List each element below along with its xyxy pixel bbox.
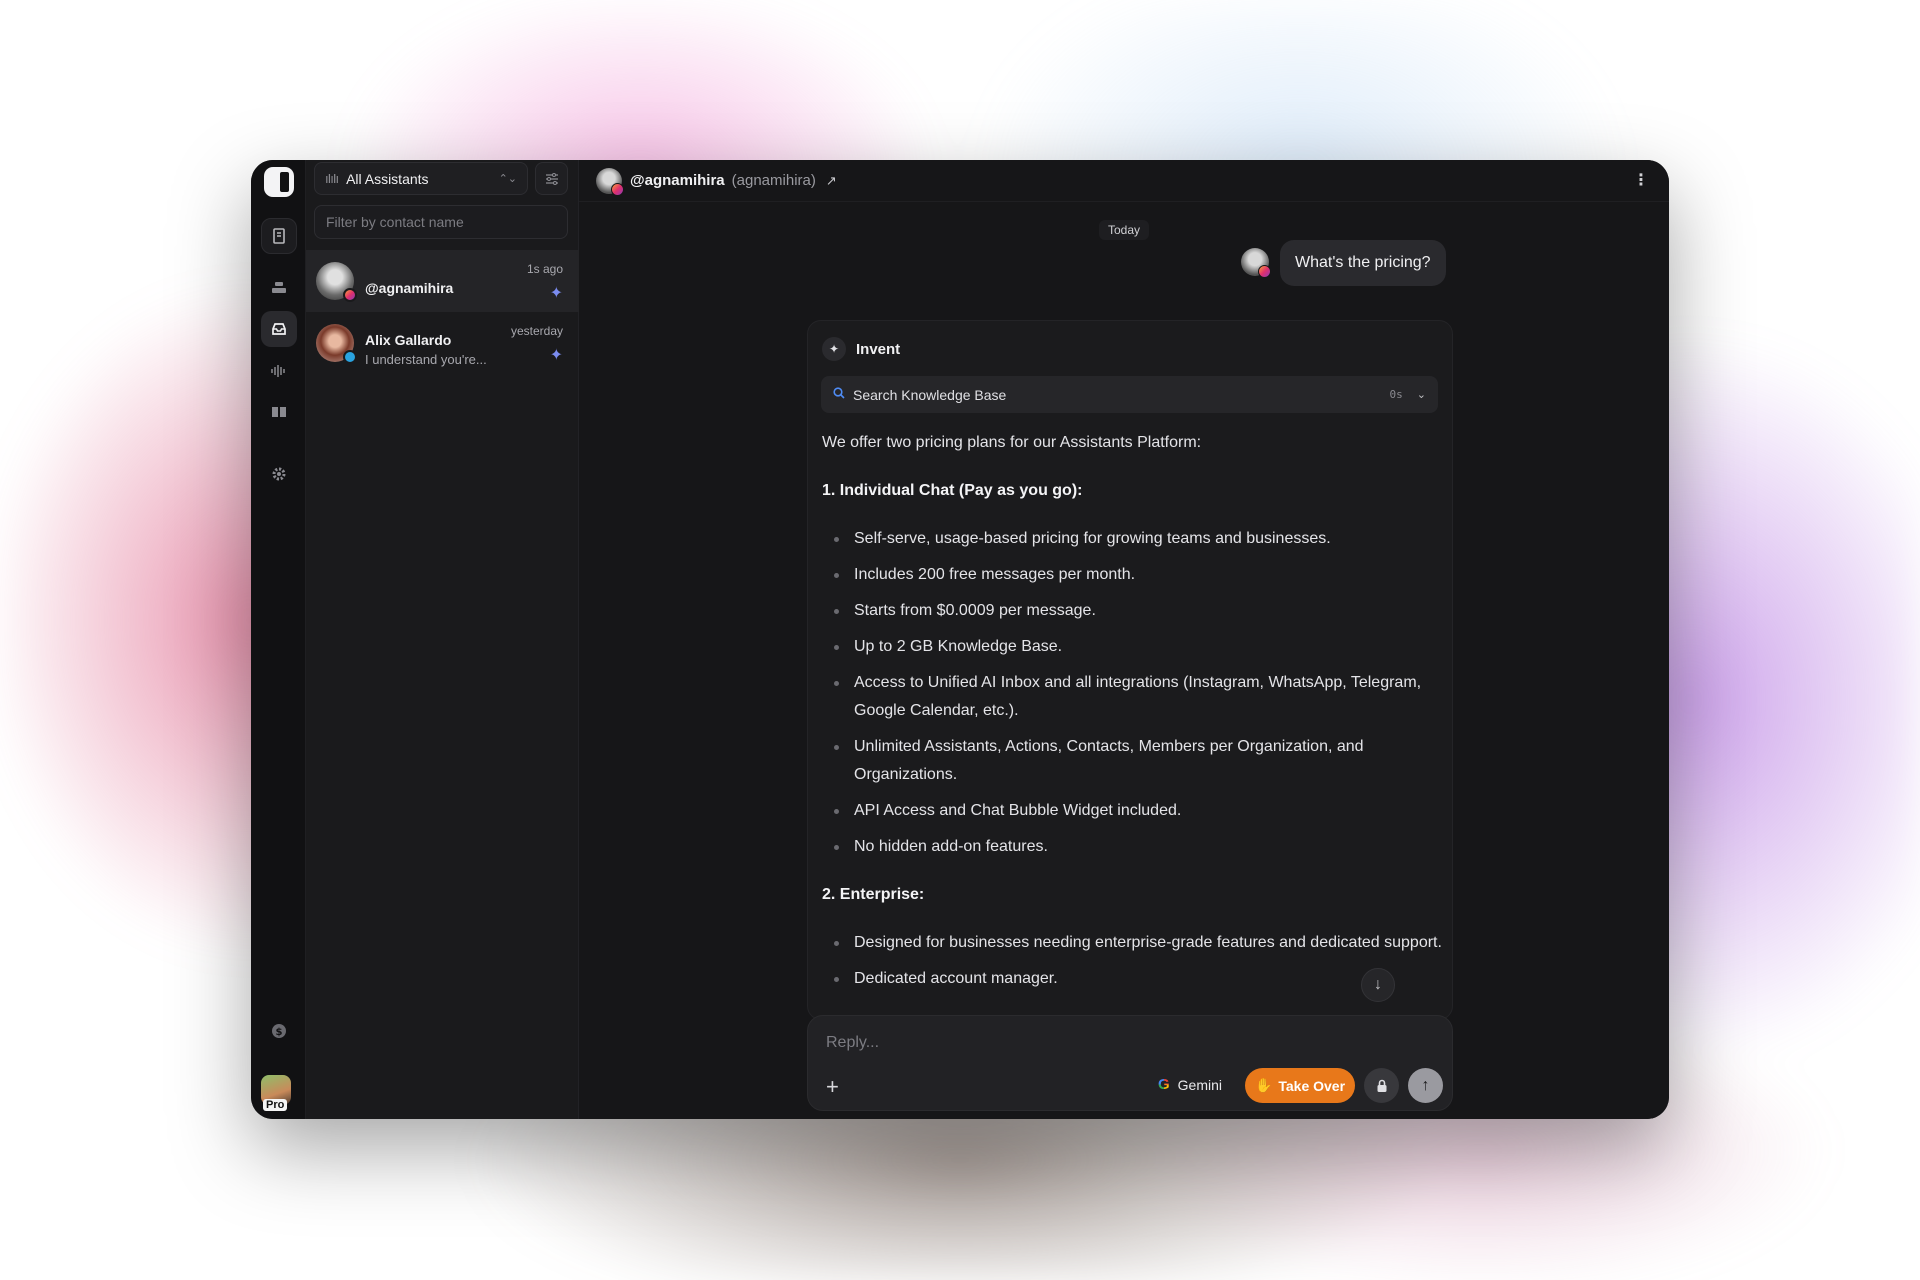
app-window: $ Pro ıIıIı All Assistants ⌃⌄ @agnamihir… [251,160,1669,1119]
conversation-item[interactable]: Alix Gallardo I understand you're... yes… [306,312,579,374]
conversation-name: Alix Gallardo [365,332,452,348]
chat-header: @agnamihira (agnamihira) ↗ ⋮ [579,160,1669,202]
billing-icon[interactable]: $ [261,1013,297,1049]
chat-panel: @agnamihira (agnamihira) ↗ ⋮ Today What'… [579,160,1669,1119]
bot-name: Invent [856,340,901,358]
svg-text:$: $ [276,1027,283,1038]
hand-icon: ✋ [1254,1077,1273,1093]
lock-icon [1377,1079,1386,1092]
assistant-selector[interactable]: ıIıIı All Assistants ⌃⌄ [314,162,528,195]
audio-wave-icon[interactable] [261,353,297,389]
filter-settings-button[interactable] [535,162,568,195]
more-vertical-icon[interactable]: ⋮ [1633,170,1649,190]
list-item: Access to Unified AI Inbox and all integ… [822,669,1442,725]
add-attachment-button[interactable]: + [826,1076,839,1098]
plan-heading: 1. Individual Chat (Pay as you go): [822,482,1083,499]
google-icon: G [1158,1076,1170,1093]
arrow-up-icon: ↑ [1421,1076,1430,1094]
plan-bullet-list: Designed for businesses needing enterpri… [822,929,1442,993]
book-icon[interactable] [261,394,297,430]
panel-toggle-icon[interactable] [264,167,294,197]
chevron-updown-icon: ⌃⌄ [498,173,517,185]
sliders-icon [545,172,558,185]
external-link-icon[interactable]: ↗ [826,173,837,189]
bot-message-card: ✦ Invent Search Knowledge Base 0s ⌄ We o… [807,320,1453,1020]
list-item: Self-serve, usage-based pricing for grow… [822,525,1442,553]
avatar [1241,248,1271,278]
contact-username: (agnamihira) [731,172,816,189]
avatar [596,167,624,196]
list-item: No hidden add-on features. [822,833,1442,861]
plan-heading: 2. Enterprise: [822,886,925,903]
reply-composer: + G Gemini ✋ Take Over ↑ [807,1015,1453,1111]
tool-call-row[interactable]: Search Knowledge Base 0s ⌄ [821,376,1438,413]
user-message-bubble: What's the pricing? [1280,240,1446,286]
nav-rail: $ Pro [251,160,306,1119]
contact-handle: @agnamihira [630,172,725,189]
conversation-name: @agnamihira [365,280,454,296]
ai-sparkle-icon: ✦ [549,347,563,364]
telegram-icon [343,350,357,364]
take-over-label: Take Over [1278,1077,1346,1094]
message-intro: We offer two pricing plans for our Assis… [822,434,1202,451]
audio-wave-icon: ıIıIı [325,171,339,186]
plan-bullet-list: Self-serve, usage-based pricing for grow… [822,525,1442,861]
list-item: Includes 200 free messages per month. [822,561,1442,589]
conversation-time: 1s ago [526,262,563,276]
take-over-button[interactable]: ✋ Take Over [1245,1068,1355,1103]
sparkle-icon: ✦ [822,337,846,361]
scroll-to-bottom-button[interactable]: ↓ [1361,968,1395,1002]
list-item: Up to 2 GB Knowledge Base. [822,633,1442,661]
plan-badge: Pro [263,1099,288,1111]
conversation-list-panel: ıIıIı All Assistants ⌃⌄ @agnamihira 1s a… [306,160,579,1119]
list-item: Unlimited Assistants, Actions, Contacts,… [822,733,1442,789]
list-item: Dedicated account manager. [822,965,1442,993]
layers-icon[interactable] [261,270,297,306]
bot-message-body: We offer two pricing plans for our Assis… [822,429,1442,1013]
list-item: API Access and Chat Bubble Widget includ… [822,797,1442,825]
reply-input[interactable] [826,1034,1426,1060]
bot-header: ✦ Invent [822,337,900,361]
conversation-preview: I understand you're... [365,352,487,367]
instagram-icon [343,288,357,302]
list-item: Designed for businesses needing enterpri… [822,929,1442,957]
model-selector[interactable]: G Gemini [1158,1076,1222,1093]
chevron-down-icon[interactable]: ⌄ [1417,388,1426,401]
conversation-time: yesterday [510,324,563,338]
model-label: Gemini [1177,1076,1223,1093]
lock-button[interactable] [1364,1068,1399,1103]
ai-sparkle-icon: ✦ [549,285,563,302]
inbox-icon[interactable] [261,311,297,347]
list-item: Starts from $0.0009 per message. [822,597,1442,625]
date-divider: Today [1099,220,1149,240]
gear-icon[interactable] [261,456,297,492]
building-icon[interactable] [261,218,297,254]
tool-call-label: Search Knowledge Base [853,386,1007,403]
arrow-down-icon: ↓ [1374,976,1382,993]
profile-avatar[interactable]: Pro [261,1075,293,1111]
conversation-item[interactable]: @agnamihira 1s ago ✦ [306,250,579,312]
search-icon [833,387,845,402]
contact-filter-input[interactable] [314,205,568,239]
assistant-selector-label: All Assistants [346,170,429,187]
send-button[interactable]: ↑ [1408,1068,1443,1103]
tool-call-duration: 0s [1389,388,1403,401]
